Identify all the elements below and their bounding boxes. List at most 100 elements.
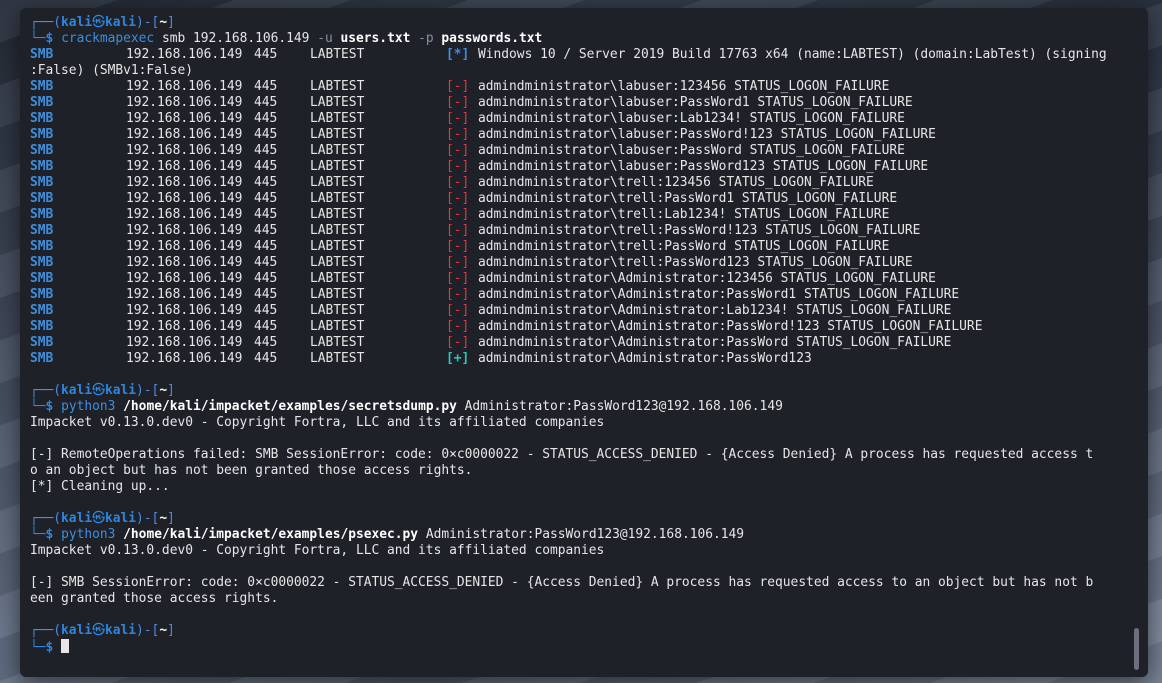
proto-label: SMB <box>30 255 54 270</box>
text-cursor[interactable] <box>61 639 70 653</box>
terminal-output[interactable]: ┌──(kali㉿kali)-[~] └─$ crackmapexec smb 1… <box>30 15 1124 655</box>
target-host: LABTEST <box>310 79 365 94</box>
target-host: LABTEST <box>310 319 365 334</box>
target-port: 445 <box>254 255 278 270</box>
target-host: LABTEST <box>310 95 365 110</box>
proto-label: SMB <box>30 143 54 158</box>
command-passwords-file: passwords.txt <box>441 31 543 46</box>
prompt-frame-right: ] <box>167 623 175 638</box>
prompt-frame-mid: )-[ <box>136 383 160 398</box>
prompt-dir: ~ <box>159 15 168 30</box>
status-tag: [-] <box>446 287 470 302</box>
command-line: └─$ crackmapexec smb 192.168.106.149 -u … <box>30 31 1124 47</box>
target-ip: 192.168.106.149 <box>126 127 243 142</box>
prompt-header: ┌──(kali㉿kali)-[~] <box>30 383 1124 399</box>
target-port: 445 <box>254 351 278 366</box>
login-attempt-message: admindministrator\trell:PassWord1 STATUS… <box>478 191 898 206</box>
status-tag: [-] <box>446 335 470 350</box>
target-port: 445 <box>254 143 278 158</box>
status-tag: [-] <box>446 143 470 158</box>
target-host: LABTEST <box>310 303 365 318</box>
target-port: 445 <box>254 79 278 94</box>
target-ip: 192.168.106.149 <box>126 239 243 254</box>
target-host: LABTEST <box>310 255 365 270</box>
target-ip: 192.168.106.149 <box>126 175 243 190</box>
command-line: └─$ python3 /home/kali/impacket/examples… <box>30 527 1124 543</box>
smb-info-message: Windows 10 / Server 2019 Build 17763 x64… <box>478 47 1107 62</box>
impacket-banner: Impacket v0.13.0.dev0 - Copyright Fortra… <box>30 415 605 430</box>
login-attempt-message: admindministrator\Administrator:Lab1234!… <box>478 303 952 318</box>
status-tag: [-] <box>446 319 470 334</box>
login-attempt-message: admindministrator\labuser:PassWord STATU… <box>478 143 905 158</box>
prompt-frame-left: ┌──( <box>30 383 62 398</box>
status-tag: [-] <box>446 191 470 206</box>
status-tag: [-] <box>446 79 470 94</box>
target-host: LABTEST <box>310 287 365 302</box>
login-attempt-message: admindministrator\labuser:PassWord!123 S… <box>478 127 936 142</box>
proto-label: SMB <box>30 47 54 62</box>
proto-label: SMB <box>30 175 54 190</box>
smb-result-row: SMB 192.168.106.149 445 LABTEST [-] admindmin… <box>30 191 1124 207</box>
output-line: [-] RemoteOperations failed: SMB Session… <box>30 447 1124 463</box>
prompt-user: kali <box>61 15 93 30</box>
login-attempt-message: admindministrator\trell:PassWord STATUS_… <box>478 239 890 254</box>
login-attempt-message: admindministrator\Administrator:PassWord… <box>478 335 952 350</box>
prompt-arrow: └─$ <box>30 31 54 46</box>
status-tag: [-] <box>446 303 470 318</box>
target-ip: 192.168.106.149 <box>126 95 243 110</box>
status-tag: [-] <box>446 127 470 142</box>
terminal-window[interactable]: ┌──(kali㉿kali)-[~] └─$ crackmapexec smb 1… <box>20 8 1148 677</box>
status-tag: [-] <box>446 223 470 238</box>
target-ip: 192.168.106.149 <box>126 47 243 62</box>
scrollbar-thumb[interactable] <box>1134 628 1139 670</box>
target-host: LABTEST <box>310 351 365 366</box>
status-tag: [-] <box>446 239 470 254</box>
target-ip: 192.168.106.149 <box>126 287 243 302</box>
target-host: LABTEST <box>310 223 365 238</box>
smb-result-row: SMB 192.168.106.149 445 LABTEST [-] admindmin… <box>30 143 1124 159</box>
command-arg: Administrator:PassWord123@192.168.106.14… <box>425 527 745 542</box>
command-flag: -u <box>317 31 333 46</box>
target-ip: 192.168.106.149 <box>126 191 243 206</box>
command-program: python3 <box>61 527 116 542</box>
prompt-frame-mid: )-[ <box>136 15 160 30</box>
target-ip: 192.168.106.149 <box>126 159 243 174</box>
login-attempt-message: admindministrator\Administrator:123456 S… <box>478 271 936 286</box>
smb-info-continued: :False) (SMBv1:False) <box>30 63 1124 79</box>
target-port: 445 <box>254 207 278 222</box>
login-attempt-message: admindministrator\trell:PassWord123 STAT… <box>478 255 913 270</box>
error-message-cont: o an object but has not been granted tho… <box>30 463 473 478</box>
prompt-frame-left: ┌──( <box>30 623 62 638</box>
status-tag: [+] <box>446 351 470 366</box>
smb-result-row: SMB 192.168.106.149 445 LABTEST [-] admindmin… <box>30 111 1124 127</box>
target-host: LABTEST <box>310 127 365 142</box>
target-host: LABTEST <box>310 271 365 286</box>
target-ip: 192.168.106.149 <box>126 223 243 238</box>
prompt-dir: ~ <box>159 383 168 398</box>
target-host: LABTEST <box>310 143 365 158</box>
scrollbar[interactable] <box>1132 8 1142 677</box>
prompt-dir: ~ <box>159 623 168 638</box>
prompt-header: ┌──(kali㉿kali)-[~] <box>30 15 1124 31</box>
prompt-dir: ~ <box>159 511 168 526</box>
output-line: [-] SMB SessionError: code: 0×c0000022 -… <box>30 575 1124 591</box>
prompt-arrow: └─$ <box>30 640 54 655</box>
login-attempt-message: admindministrator\labuser:Lab1234! STATU… <box>478 111 905 126</box>
prompt-user: kali <box>61 511 93 526</box>
cleanup-message: [*] Cleaning up... <box>30 479 170 494</box>
smb-result-row: SMB 192.168.106.149 445 LABTEST [-] admindmin… <box>30 335 1124 351</box>
status-tag: [-] <box>446 175 470 190</box>
target-host: LABTEST <box>310 159 365 174</box>
smb-info-message-cont: :False) (SMBv1:False) <box>30 63 193 78</box>
proto-label: SMB <box>30 239 54 254</box>
command-line: └─$ python3 /home/kali/impacket/examples… <box>30 399 1124 415</box>
prompt-user: kali <box>61 383 93 398</box>
target-port: 445 <box>254 159 278 174</box>
skull-icon: ㉿ <box>92 511 105 526</box>
target-port: 445 <box>254 95 278 110</box>
target-ip: 192.168.106.149 <box>126 271 243 286</box>
status-tag: [-] <box>446 95 470 110</box>
